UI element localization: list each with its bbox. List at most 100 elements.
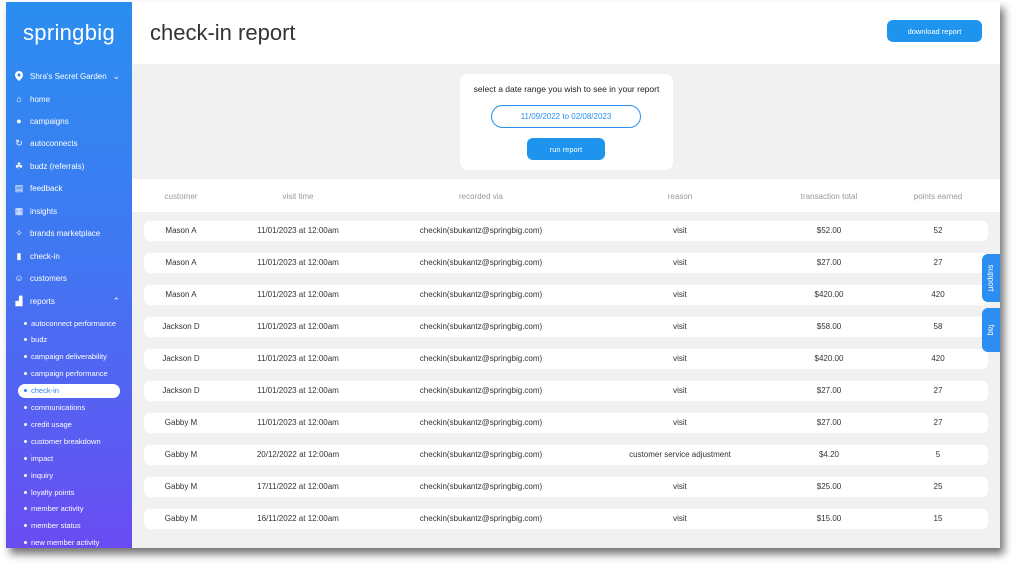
sidebar-item-autoconnects[interactable]: ↻ autoconnects: [14, 135, 126, 151]
table-cell-points-earned: 27: [933, 258, 943, 267]
table-cell-recorded-via: checkin(sbukantz@springbig.com): [419, 258, 543, 267]
column-header-points-earned[interactable]: points earned: [898, 192, 978, 201]
bullet-icon: [24, 338, 27, 342]
store-name: Shra's Secret Garden: [30, 71, 107, 81]
report-item-label: autoconnect performance: [31, 318, 117, 328]
sidebar-item-customers[interactable]: ☺ customers: [14, 270, 126, 286]
table-row[interactable]: Mason A 11/01/2023 at 12:00am checkin(sbuk…: [144, 253, 988, 273]
report-item-label: customer breakdown: [31, 436, 101, 446]
sidebar-item-reports[interactable]: ▟ reports ⌃: [14, 293, 126, 309]
sidebar-item-budz[interactable]: ☘ budz (referrals): [14, 158, 126, 174]
report-item-customer-breakdown[interactable]: customer breakdown: [18, 434, 120, 448]
bullet-icon: [24, 406, 27, 409]
table-row[interactable]: Gabby M 20/12/2022 at 12:00am checkin(sbuk…: [144, 445, 988, 465]
report-item-label: impact: [31, 453, 54, 463]
table-cell-reason: visit: [673, 514, 687, 523]
report-item-budz[interactable]: budz: [18, 333, 120, 347]
report-item-label: member activity: [31, 504, 84, 514]
sidebar-item-check-in[interactable]: ▮ check-in: [14, 248, 126, 264]
sidebar-item-feedback[interactable]: ▤ feedback: [14, 180, 126, 196]
table-cell-reason: visit: [673, 418, 687, 427]
table-cell-transaction-total: $25.00: [816, 482, 842, 491]
report-item-communications[interactable]: communications: [18, 401, 120, 415]
table-cell-transaction-total: $27.00: [816, 258, 842, 267]
table-cell-reason: visit: [673, 258, 687, 267]
date-range-input[interactable]: [491, 105, 641, 128]
bullet-icon: [24, 507, 27, 511]
store-selector[interactable]: Shra's Secret Garden ⌄: [14, 68, 126, 84]
bullet-icon: [24, 456, 27, 460]
report-item-credit-usage[interactable]: credit usage: [18, 417, 120, 431]
report-item-campaign-performance[interactable]: campaign performance: [18, 367, 120, 381]
table-header: customer visit time recorded via reason tran…: [144, 192, 990, 206]
report-item-autoconnect-performance[interactable]: autoconnect performance: [18, 316, 120, 330]
report-item-inquiry[interactable]: inquiry: [18, 468, 120, 482]
report-item-label: member status: [31, 521, 81, 531]
support-tab[interactable]: support: [982, 254, 1000, 302]
table-row[interactable]: Jackson D 11/01/2023 at 12:00am checkin(sb…: [144, 349, 988, 369]
table-cell-transaction-total: $15.00: [816, 514, 842, 523]
table-row[interactable]: Jackson D 11/01/2023 at 12:00am checkin(sb…: [144, 317, 988, 337]
table-cell-transaction-total: $27.00: [816, 418, 842, 427]
table-row[interactable]: Mason A 11/01/2023 at 12:00am checkin(sbuk…: [144, 285, 988, 305]
table-row[interactable]: Gabby M 16/11/2022 at 12:00am checkin(sbuk…: [144, 509, 988, 529]
table-cell-visit-time: 11/01/2023 at 12:00am: [257, 386, 339, 395]
column-header-transaction-total[interactable]: transaction total: [779, 192, 879, 201]
faq-tab-label: faq: [986, 324, 996, 336]
table-cell-points-earned: 27: [933, 418, 943, 427]
referrals-icon: ☘: [14, 160, 24, 171]
table-cell-customer: Jackson D: [162, 354, 200, 363]
bullet-icon: [24, 372, 27, 376]
sidebar-item-insights[interactable]: ▦ insights: [14, 203, 126, 219]
report-item-member-activity[interactable]: member activity: [18, 502, 120, 516]
report-item-loyalty-points[interactable]: loyalty points: [18, 485, 120, 499]
faq-tab[interactable]: faq: [982, 308, 1000, 352]
page-title: check-in report: [150, 20, 296, 45]
table-row[interactable]: Gabby M 17/11/2022 at 12:00am checkin(sbuk…: [144, 477, 988, 497]
table-cell-transaction-total: $27.00: [816, 386, 842, 395]
table-row[interactable]: Gabby M 11/01/2023 at 12:00am checkin(sbuk…: [144, 413, 988, 433]
download-report-button[interactable]: download report: [887, 20, 982, 42]
bullet-icon: [24, 422, 27, 426]
report-item-label: check-in: [31, 386, 59, 396]
sidebar-item-label: budz (referrals): [30, 161, 85, 171]
sidebar-item-brands[interactable]: ✧ brands marketplace: [14, 225, 126, 241]
table-cell-customer: Gabby M: [164, 514, 198, 523]
report-item-new-member-activity[interactable]: new member activity: [18, 536, 120, 548]
table-cell-points-earned: 27: [933, 386, 943, 395]
sidebar-item-label: autoconnects: [30, 138, 78, 148]
table-cell-points-earned: 420: [931, 354, 945, 363]
report-item-check-in[interactable]: check-in: [18, 383, 120, 398]
table-cell-recorded-via: checkin(sbukantz@springbig.com): [419, 226, 543, 235]
column-header-reason[interactable]: reason: [595, 192, 765, 201]
sidebar-item-home[interactable]: ⌂ home: [14, 91, 126, 107]
report-item-member-status[interactable]: member status: [18, 519, 120, 533]
report-item-label: campaign performance: [31, 369, 108, 379]
table-cell-recorded-via: checkin(sbukantz@springbig.com): [419, 322, 543, 331]
sidebar-item-label: home: [30, 94, 51, 104]
table-cell-recorded-via: checkin(sbukantz@springbig.com): [419, 514, 543, 523]
chevron-up-icon: ⌃: [112, 296, 120, 306]
bullet-icon: [24, 439, 27, 443]
sidebar-item-campaigns[interactable]: ● campaigns: [14, 113, 126, 129]
table-cell-transaction-total: $52.00: [816, 226, 842, 235]
table-cell-recorded-via: checkin(sbukantz@springbig.com): [419, 418, 543, 427]
table-cell-visit-time: 11/01/2023 at 12:00am: [257, 258, 339, 267]
column-header-visit-time[interactable]: visit time: [238, 192, 358, 201]
run-report-button[interactable]: run report: [527, 138, 605, 160]
table-cell-points-earned: 5: [935, 450, 941, 459]
table-cell-visit-time: 11/01/2023 at 12:00am: [257, 290, 339, 299]
column-header-customer[interactable]: customer: [141, 192, 221, 201]
report-item-impact[interactable]: impact: [18, 451, 120, 465]
report-item-label: inquiry: [31, 470, 54, 480]
table-cell-points-earned: 25: [933, 482, 943, 491]
column-header-recorded-via[interactable]: recorded via: [381, 192, 581, 201]
table-row[interactable]: Jackson D 11/01/2023 at 12:00am checkin(sb…: [144, 381, 988, 401]
table-cell-customer: Gabby M: [164, 482, 198, 491]
report-item-campaign-deliverability[interactable]: campaign deliverability: [18, 350, 120, 364]
table-cell-customer: Mason A: [165, 258, 197, 267]
report-item-label: credit usage: [31, 419, 72, 429]
table-row[interactable]: Mason A 11/01/2023 at 12:00am checkin(sbuk…: [144, 221, 988, 241]
chart-icon: ▟: [15, 295, 23, 306]
sidebar: springbig Shra's Secret Garden ⌄ ⌂ home ● c…: [6, 2, 132, 548]
